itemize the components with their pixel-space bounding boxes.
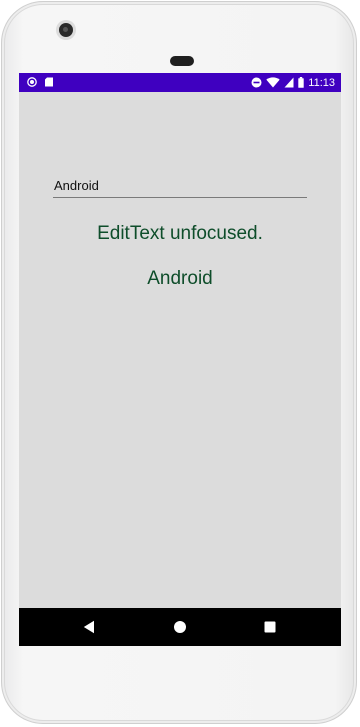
- signal-icon: [284, 77, 294, 88]
- device-screen: 11:13 Android EditText unfocused. Androi…: [19, 73, 341, 646]
- status-time: 11:13: [308, 76, 335, 89]
- do-not-disturb-icon: [251, 77, 262, 88]
- wifi-icon: [266, 77, 280, 88]
- sd-card-icon: [45, 77, 53, 87]
- battery-icon: [298, 77, 304, 88]
- recents-button[interactable]: [250, 608, 290, 646]
- edit-text-input[interactable]: Android: [53, 178, 307, 198]
- back-button[interactable]: [69, 608, 109, 646]
- home-button[interactable]: [160, 608, 200, 646]
- front-camera: [59, 23, 73, 37]
- status-bar-right: 11:13: [251, 75, 335, 90]
- echo-text: Android: [147, 268, 213, 289]
- earpiece-speaker: [170, 56, 194, 66]
- navigation-bar: [19, 608, 341, 646]
- home-icon: [174, 621, 186, 633]
- recents-icon: [264, 621, 276, 633]
- back-icon: [83, 620, 94, 634]
- status-bar: 11:13: [19, 73, 341, 92]
- record-icon: [27, 77, 37, 87]
- focus-status-text: EditText unfocused.: [97, 223, 263, 244]
